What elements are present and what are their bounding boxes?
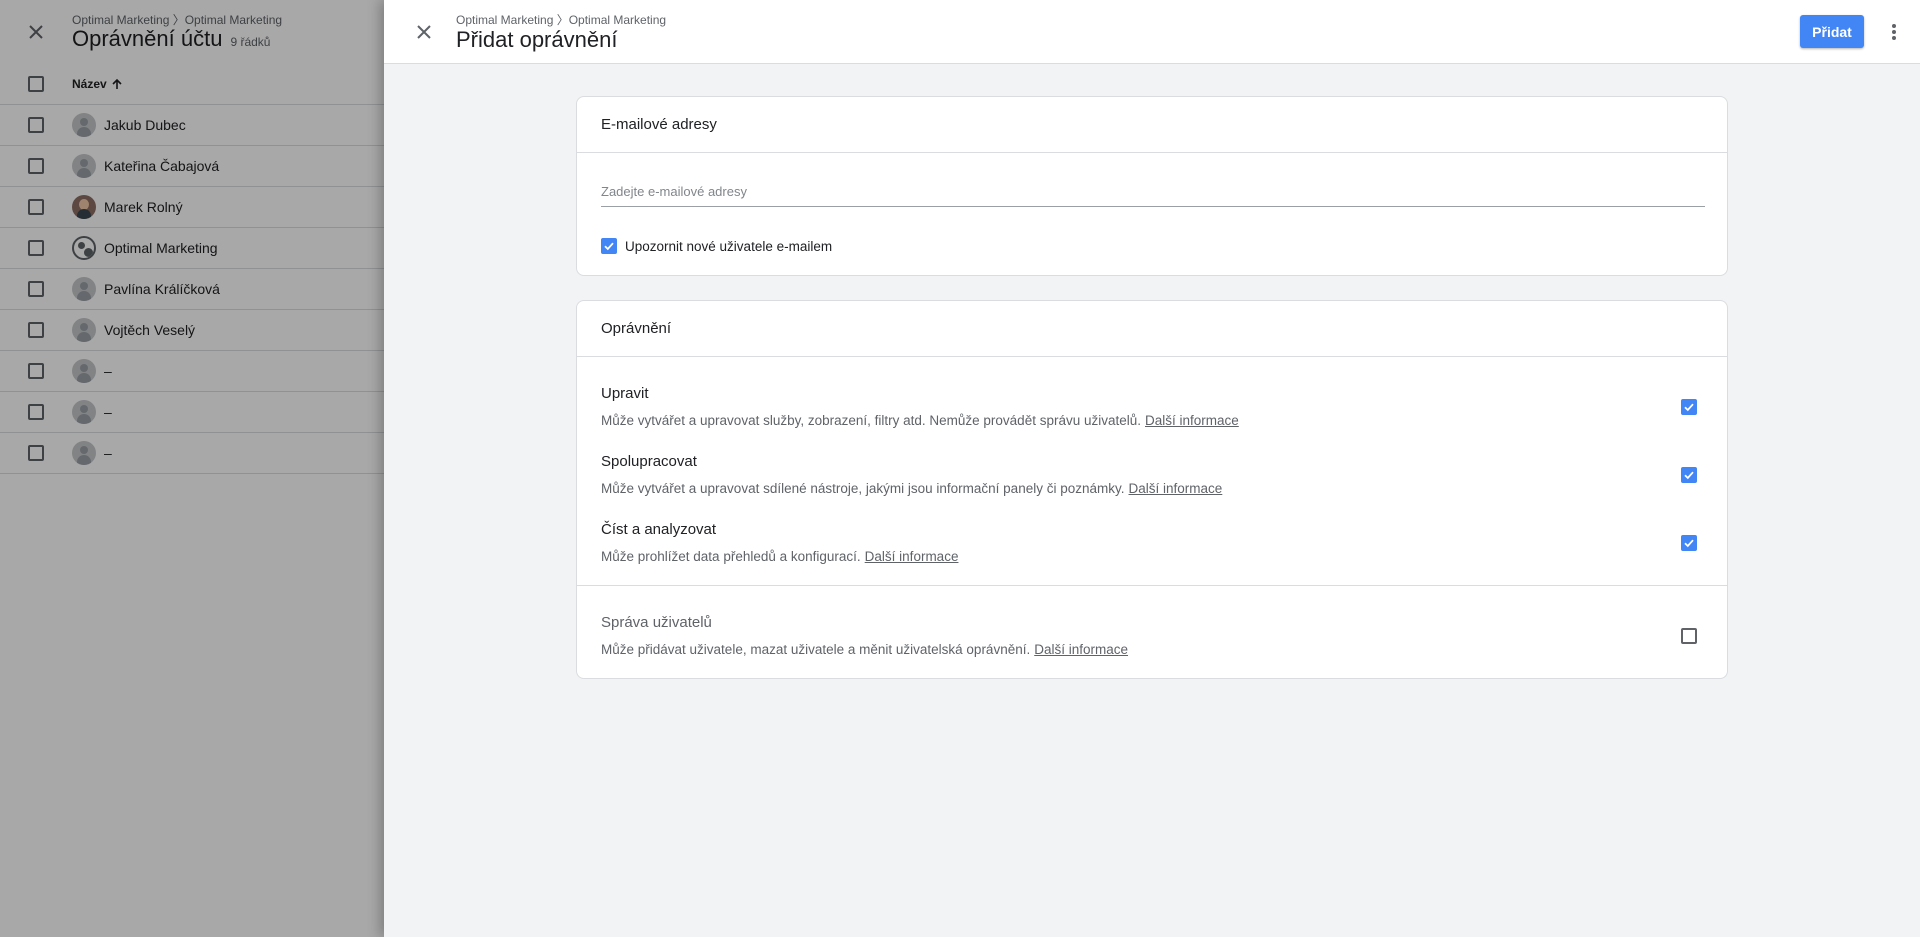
permission-description-text: Může prohlížet data přehledů a konfigura… bbox=[601, 549, 861, 564]
check-icon bbox=[1684, 403, 1694, 412]
permissions-section-title: Oprávnění bbox=[577, 301, 1727, 357]
permission-description-text: Může vytvářet a upravovat služby, zobraz… bbox=[601, 413, 1141, 428]
learn-more-link[interactable]: Další informace bbox=[1034, 642, 1128, 657]
check-icon bbox=[1684, 471, 1694, 480]
learn-more-link[interactable]: Další informace bbox=[865, 549, 959, 564]
permission-manage-users-checkbox[interactable] bbox=[1681, 628, 1697, 644]
check-icon bbox=[604, 242, 614, 251]
notify-label: Upozornit nové uživatele e-mailem bbox=[625, 238, 833, 254]
dialog-title: Přidat oprávnění bbox=[456, 27, 618, 52]
email-input[interactable] bbox=[601, 177, 1705, 207]
add-permissions-dialog: Optimal Marketing 〉Optimal Marketing Při… bbox=[384, 0, 1920, 937]
dialog-close-button[interactable] bbox=[412, 20, 436, 44]
permission-description-text: Může přidávat uživatele, mazat uživatele… bbox=[601, 642, 1031, 657]
permission-title: Spolupracovat bbox=[601, 453, 697, 470]
permission-description: Může přidávat uživatele, mazat uživatele… bbox=[601, 642, 1128, 657]
dialog-header: Optimal Marketing 〉Optimal Marketing Při… bbox=[384, 0, 1920, 64]
check-icon bbox=[1684, 539, 1694, 548]
add-button[interactable]: Přidat bbox=[1800, 15, 1864, 48]
permission-description: Může prohlížet data přehledů a konfigura… bbox=[601, 549, 958, 564]
more-options-button[interactable] bbox=[1880, 18, 1908, 46]
permission-collaborate: Spolupracovat Může vytvářet a upravovat … bbox=[577, 453, 1729, 517]
permission-description: Může vytvářet a upravovat služby, zobraz… bbox=[601, 413, 1239, 428]
permission-title: Číst a analyzovat bbox=[601, 521, 717, 538]
more-vert-icon bbox=[1892, 24, 1896, 40]
permission-collaborate-checkbox[interactable] bbox=[1681, 467, 1697, 483]
permission-manage-users: Správa uživatelů Může přidávat uživatele… bbox=[577, 614, 1729, 678]
permission-title: Upravit bbox=[601, 385, 649, 402]
email-section-title: E-mailové adresy bbox=[577, 97, 1727, 153]
notify-checkbox[interactable] bbox=[601, 238, 617, 254]
permission-description-text: Může vytvářet a upravovat sdílené nástro… bbox=[601, 481, 1125, 496]
permission-read-analyze: Číst a analyzovat Může prohlížet data př… bbox=[577, 521, 1729, 585]
permissions-card: Oprávnění Upravit Může vytvářet a upravo… bbox=[576, 300, 1728, 679]
permission-edit: Upravit Může vytvářet a upravovat služby… bbox=[577, 385, 1729, 449]
modal-scrim[interactable] bbox=[0, 0, 384, 937]
email-addresses-card: E-mailové adresy Upozornit nové uživatel… bbox=[576, 96, 1728, 276]
learn-more-link[interactable]: Další informace bbox=[1145, 413, 1239, 428]
dialog-breadcrumb[interactable]: Optimal Marketing 〉Optimal Marketing bbox=[456, 11, 666, 28]
permissions-divider bbox=[577, 585, 1727, 586]
learn-more-link[interactable]: Další informace bbox=[1129, 481, 1223, 496]
permission-title: Správa uživatelů bbox=[601, 614, 712, 631]
permission-description: Může vytvářet a upravovat sdílené nástro… bbox=[601, 481, 1222, 496]
notify-users-option[interactable]: Upozornit nové uživatele e-mailem bbox=[601, 238, 832, 254]
permission-edit-checkbox[interactable] bbox=[1681, 399, 1697, 415]
permission-read-analyze-checkbox[interactable] bbox=[1681, 535, 1697, 551]
close-icon bbox=[417, 25, 431, 39]
